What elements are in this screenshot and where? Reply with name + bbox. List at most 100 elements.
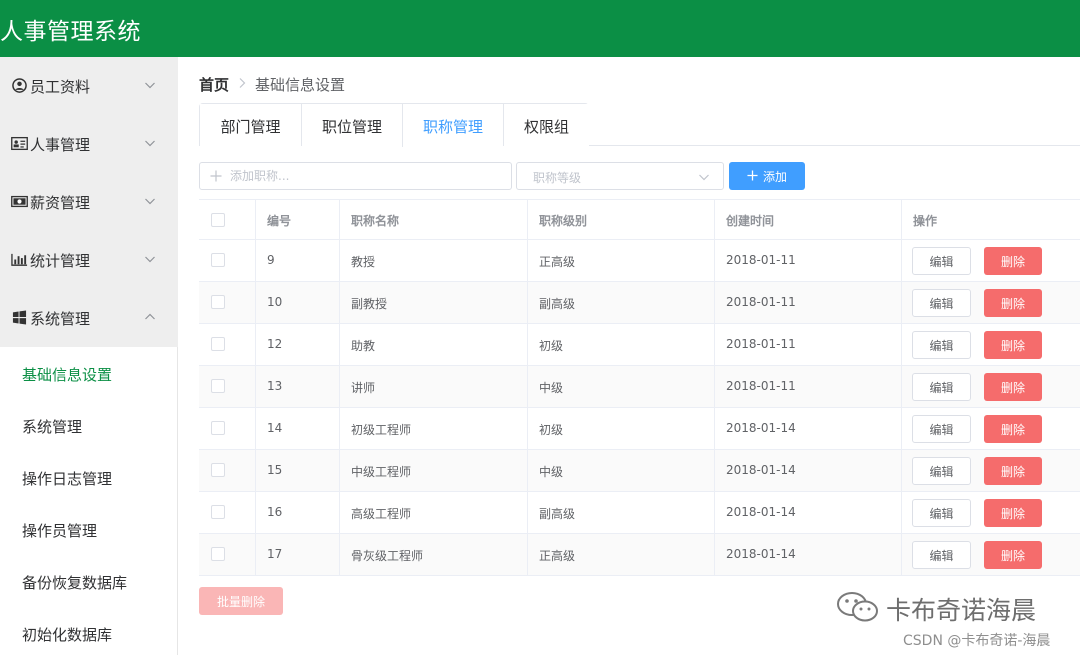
cell-name-text: 副教授 bbox=[351, 297, 388, 311]
row-checkbox[interactable] bbox=[211, 337, 225, 351]
submenu-item-label: 初始化数据库 bbox=[22, 626, 113, 644]
delete-button[interactable]: 删除 bbox=[984, 247, 1042, 275]
submenu-item-basic-info[interactable]: 基础信息设置 bbox=[0, 348, 178, 400]
delete-button[interactable]: 删除 bbox=[984, 541, 1042, 569]
sidebar-group-label: 员工资料 bbox=[30, 78, 91, 96]
row-checkbox[interactable] bbox=[211, 379, 225, 393]
table-row: 10 副教授 副高级 2018-01-11 编辑 删除 bbox=[199, 282, 1080, 324]
cell-id-text: 17 bbox=[267, 547, 283, 561]
cell-name: 教授 bbox=[340, 240, 528, 281]
tab-permission-group[interactable]: 权限组 bbox=[503, 104, 589, 146]
cell-level: 副高级 bbox=[528, 492, 715, 533]
cell-level-text: 中级 bbox=[539, 465, 564, 479]
cell-created: 2018-01-14 bbox=[715, 492, 902, 533]
row-actions-cell: 编辑 删除 bbox=[902, 366, 1080, 407]
submenu-item-system[interactable]: 系统管理 bbox=[0, 400, 178, 452]
batch-delete-button[interactable]: 批量删除 bbox=[199, 587, 283, 615]
submenu-item-init-database[interactable]: 初始化数据库 bbox=[0, 608, 178, 660]
submenu-item-operation-log[interactable]: 操作日志管理 bbox=[0, 452, 178, 504]
submenu-item-operators[interactable]: 操作员管理 bbox=[0, 504, 178, 556]
row-checkbox[interactable] bbox=[211, 295, 225, 309]
edit-button[interactable]: 编辑 bbox=[912, 415, 971, 443]
cell-id: 12 bbox=[256, 324, 340, 365]
table-row: 9 教授 正高级 2018-01-11 编辑 删除 bbox=[199, 240, 1080, 282]
plus-icon bbox=[210, 170, 222, 182]
row-actions-cell: 编辑 删除 bbox=[902, 450, 1080, 491]
table-row: 13 讲师 中级 2018-01-11 编辑 删除 bbox=[199, 366, 1080, 408]
table-row: 17 骨灰级工程师 正高级 2018-01-14 编辑 删除 bbox=[199, 534, 1080, 576]
wechat-logo-icon bbox=[837, 592, 878, 622]
user-circle-icon bbox=[12, 78, 27, 93]
delete-button[interactable]: 删除 bbox=[984, 457, 1042, 485]
edit-button[interactable]: 编辑 bbox=[912, 373, 971, 401]
cell-level: 初级 bbox=[528, 324, 715, 365]
chevron-down-icon bbox=[145, 140, 155, 147]
edit-button[interactable]: 编辑 bbox=[912, 289, 971, 317]
cell-level-text: 正高级 bbox=[539, 549, 576, 563]
submenu-item-label: 基础信息设置 bbox=[22, 366, 113, 384]
row-checkbox[interactable] bbox=[211, 421, 225, 435]
edit-button[interactable]: 编辑 bbox=[912, 541, 971, 569]
cell-created: 2018-01-11 bbox=[715, 366, 902, 407]
chevron-down-icon bbox=[699, 174, 709, 181]
cell-name-text: 助教 bbox=[351, 339, 376, 353]
delete-button[interactable]: 删除 bbox=[984, 415, 1042, 443]
row-actions-cell: 编辑 删除 bbox=[902, 492, 1080, 533]
cell-name: 中级工程师 bbox=[340, 450, 528, 491]
delete-button[interactable]: 删除 bbox=[984, 499, 1042, 527]
edit-button[interactable]: 编辑 bbox=[912, 247, 971, 275]
row-checkbox[interactable] bbox=[211, 547, 225, 561]
cell-name-text: 教授 bbox=[351, 255, 376, 269]
cell-created-text: 2018-01-11 bbox=[726, 253, 796, 267]
cell-level: 正高级 bbox=[528, 534, 715, 575]
cell-name-text: 高级工程师 bbox=[351, 507, 412, 521]
sidebar-group-system[interactable]: 系统管理 bbox=[0, 289, 178, 347]
row-checkbox[interactable] bbox=[211, 463, 225, 477]
cell-created-text: 2018-01-11 bbox=[726, 379, 796, 393]
chevron-right-icon bbox=[239, 78, 246, 88]
table-row: 14 初级工程师 初级 2018-01-14 编辑 删除 bbox=[199, 408, 1080, 450]
cell-id-text: 14 bbox=[267, 421, 283, 435]
cell-level-text: 副高级 bbox=[539, 507, 576, 521]
cell-level-text: 正高级 bbox=[539, 255, 576, 269]
job-level-select[interactable]: 职称等级 bbox=[516, 162, 724, 190]
sidebar-group-employee[interactable]: 员工资料 bbox=[0, 57, 178, 115]
header-actions: 操作 bbox=[913, 214, 938, 228]
watermark-name: 卡布奇诺海晨 bbox=[886, 596, 1037, 625]
edit-button[interactable]: 编辑 bbox=[912, 457, 971, 485]
table-row: 12 助教 初级 2018-01-11 编辑 删除 bbox=[199, 324, 1080, 366]
submenu-item-label: 操作日志管理 bbox=[22, 470, 113, 488]
cell-level: 中级 bbox=[528, 450, 715, 491]
row-select-cell bbox=[199, 282, 256, 323]
breadcrumb-home[interactable]: 首页 bbox=[199, 74, 229, 95]
tab-bar: 部门管理 职位管理 职称管理 权限组 bbox=[199, 103, 589, 147]
row-checkbox[interactable] bbox=[211, 505, 225, 519]
cell-id: 15 bbox=[256, 450, 340, 491]
cell-name: 讲师 bbox=[340, 366, 528, 407]
sidebar-group-personnel[interactable]: 人事管理 bbox=[0, 115, 178, 173]
job-title-input[interactable] bbox=[230, 166, 500, 186]
delete-button[interactable]: 删除 bbox=[984, 289, 1042, 317]
header-cell: 创建时间 bbox=[715, 200, 902, 239]
add-job-title-button[interactable]: 添加 bbox=[729, 162, 805, 190]
cell-created: 2018-01-11 bbox=[715, 324, 902, 365]
row-checkbox[interactable] bbox=[211, 253, 225, 267]
cell-name: 副教授 bbox=[340, 282, 528, 323]
tab-label: 职位管理 bbox=[321, 118, 382, 136]
cell-id-text: 16 bbox=[267, 505, 283, 519]
delete-button[interactable]: 删除 bbox=[984, 373, 1042, 401]
tab-job-title[interactable]: 职称管理 bbox=[402, 104, 503, 147]
cell-name-text: 讲师 bbox=[351, 381, 376, 395]
id-card-icon bbox=[11, 136, 28, 151]
sidebar-group-salary[interactable]: 薪资管理 bbox=[0, 173, 178, 231]
delete-button[interactable]: 删除 bbox=[984, 331, 1042, 359]
app-title: 人事管理系统 bbox=[0, 19, 141, 45]
edit-button[interactable]: 编辑 bbox=[912, 499, 971, 527]
select-all-checkbox[interactable] bbox=[211, 213, 225, 227]
submenu-item-backup-restore[interactable]: 备份恢复数据库 bbox=[0, 556, 178, 608]
tab-department[interactable]: 部门管理 bbox=[200, 104, 301, 146]
cell-level-text: 初级 bbox=[539, 339, 564, 353]
sidebar-group-statistics[interactable]: 统计管理 bbox=[0, 231, 178, 289]
edit-button[interactable]: 编辑 bbox=[912, 331, 971, 359]
tab-position[interactable]: 职位管理 bbox=[301, 104, 402, 146]
